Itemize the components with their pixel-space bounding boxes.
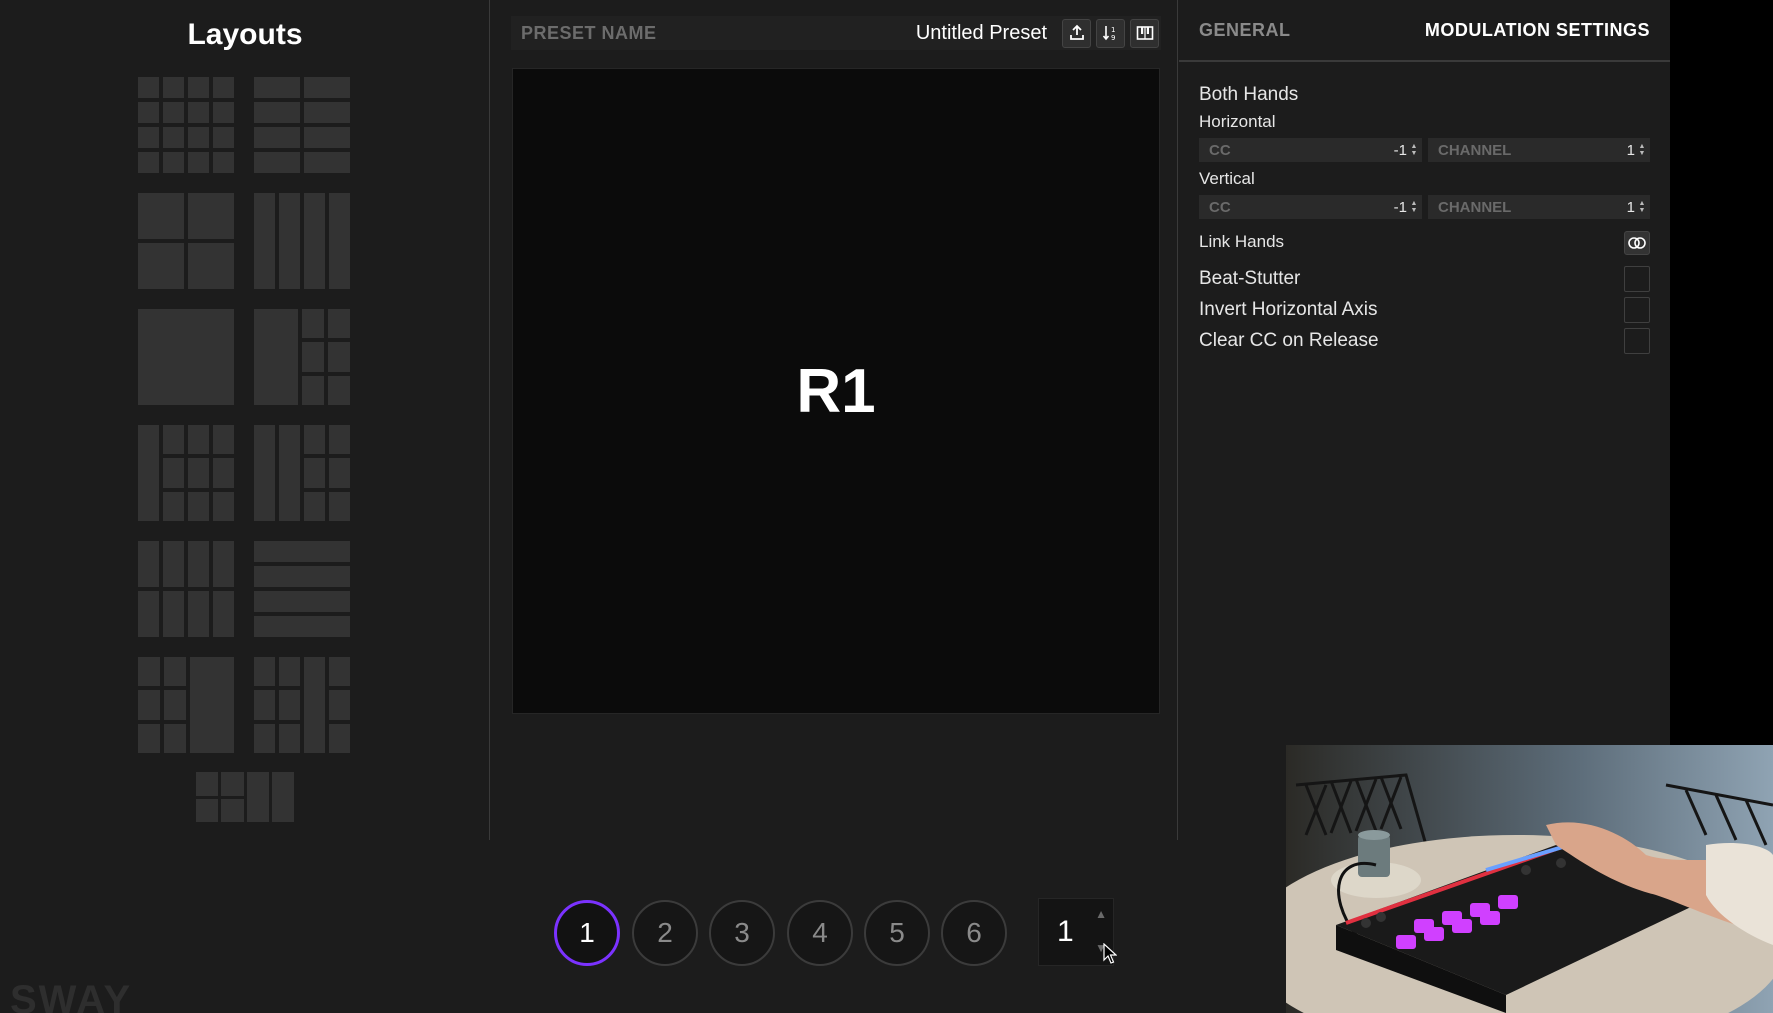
keyboard-icon — [1136, 26, 1153, 40]
webcam-overlay — [1286, 745, 1773, 1013]
svg-text:1: 1 — [1111, 26, 1115, 34]
sort-icon: 1 9 — [1102, 26, 1115, 42]
preset-name-bar[interactable]: PRESET NAME Untitled Preset 1 9 — [511, 16, 1161, 50]
horizontal-cc-value: -1 — [1393, 141, 1407, 159]
beat-stutter-checkbox[interactable] — [1624, 266, 1650, 292]
invert-horizontal-label: Invert Horizontal Axis — [1199, 299, 1378, 320]
layouts-title: Layouts — [187, 18, 303, 51]
layout-4-columns[interactable] — [254, 193, 350, 289]
layout-half-plus-2x3-right[interactable] — [254, 425, 350, 521]
page-stepper-value: 1 — [1057, 915, 1074, 948]
vertical-channel-field[interactable]: CHANNEL 1 ▲ ▼ — [1428, 195, 1650, 219]
vertical-cc-field[interactable]: CC -1 ▲ ▼ — [1199, 195, 1422, 219]
layout-4x2[interactable] — [254, 77, 350, 173]
clear-cc-label: Clear CC on Release — [1199, 330, 1379, 351]
layout-2x2[interactable] — [138, 193, 234, 289]
page-button-6[interactable]: 6 — [941, 900, 1007, 966]
preset-name-value[interactable]: Untitled Preset — [916, 22, 1047, 45]
layout-4x4[interactable] — [138, 77, 234, 173]
page-button-4[interactable]: 4 — [787, 900, 853, 966]
layout-3x2-columns[interactable] — [138, 541, 234, 637]
layout-3x3-mixed[interactable] — [254, 657, 350, 753]
mouse-cursor-icon — [1103, 943, 1117, 964]
page-button-5[interactable]: 5 — [864, 900, 930, 966]
layout-single[interactable] — [138, 309, 234, 405]
horizontal-cc-label: CC — [1209, 141, 1231, 159]
link-hands-label: Link Hands — [1199, 232, 1285, 251]
stepper-up-icon[interactable]: ▲ — [1095, 907, 1107, 921]
layouts-panel: Layouts — [0, 0, 490, 840]
both-hands-heading: Both Hands — [1199, 84, 1299, 105]
vertical-channel-label: CHANNEL — [1438, 198, 1512, 216]
spinner-icon[interactable]: ▲ ▼ — [1409, 142, 1419, 158]
layout-half-plus-2x3[interactable] — [254, 309, 350, 405]
tab-general[interactable]: GENERAL — [1199, 20, 1291, 41]
vertical-label: Vertical — [1199, 169, 1255, 188]
layout-2x3-plus-half[interactable] — [138, 657, 234, 753]
beat-stutter-label: Beat-Stutter — [1199, 268, 1301, 289]
sort-button[interactable]: 1 9 — [1096, 18, 1125, 48]
export-icon — [1069, 24, 1084, 40]
pad-label: R1 — [796, 356, 876, 426]
link-hands-button[interactable] — [1624, 231, 1650, 255]
preset-name-label: PRESET NAME — [521, 22, 657, 43]
settings-tabs: GENERAL MODULATION SETTINGS — [1179, 0, 1670, 62]
clear-cc-checkbox[interactable] — [1624, 328, 1650, 354]
svg-text:9: 9 — [1111, 34, 1115, 42]
export-button[interactable] — [1062, 18, 1091, 48]
side-margin — [1670, 0, 1773, 745]
horizontal-channel-value: 1 — [1626, 141, 1635, 159]
vertical-cc-label: CC — [1209, 198, 1231, 216]
vertical-cc-value: -1 — [1393, 198, 1407, 216]
spinner-icon[interactable]: ▲ ▼ — [1637, 199, 1647, 215]
pad-r1[interactable]: R1 — [512, 68, 1160, 714]
layout-small-mixed[interactable] — [196, 772, 294, 822]
settings-panel: GENERAL MODULATION SETTINGS Both Hands H… — [1179, 0, 1670, 840]
horizontal-cc-field[interactable]: CC -1 ▲ ▼ — [1199, 138, 1422, 162]
horizontal-channel-field[interactable]: CHANNEL 1 ▲ ▼ — [1428, 138, 1650, 162]
spinner-icon[interactable]: ▲ ▼ — [1409, 199, 1419, 215]
keyboard-button[interactable] — [1130, 18, 1159, 48]
horizontal-label: Horizontal — [1199, 112, 1276, 131]
vertical-channel-value: 1 — [1626, 198, 1635, 216]
page-button-2[interactable]: 2 — [632, 900, 698, 966]
layout-half-plus-2x3-left[interactable] — [138, 425, 234, 521]
layout-4-rows[interactable] — [254, 541, 350, 637]
page-button-3[interactable]: 3 — [709, 900, 775, 966]
brand-logo: SWAY — [10, 978, 133, 1013]
spinner-icon[interactable]: ▲ ▼ — [1637, 142, 1647, 158]
tab-modulation-settings[interactable]: MODULATION SETTINGS — [1425, 20, 1650, 41]
pad-editor-panel: PRESET NAME Untitled Preset 1 9 R1 — [491, 0, 1178, 840]
link-icon — [1628, 237, 1646, 249]
invert-horizontal-checkbox[interactable] — [1624, 297, 1650, 323]
webcam-image — [1286, 745, 1773, 1013]
page-button-1[interactable]: 1 — [554, 900, 620, 966]
horizontal-channel-label: CHANNEL — [1438, 141, 1512, 159]
